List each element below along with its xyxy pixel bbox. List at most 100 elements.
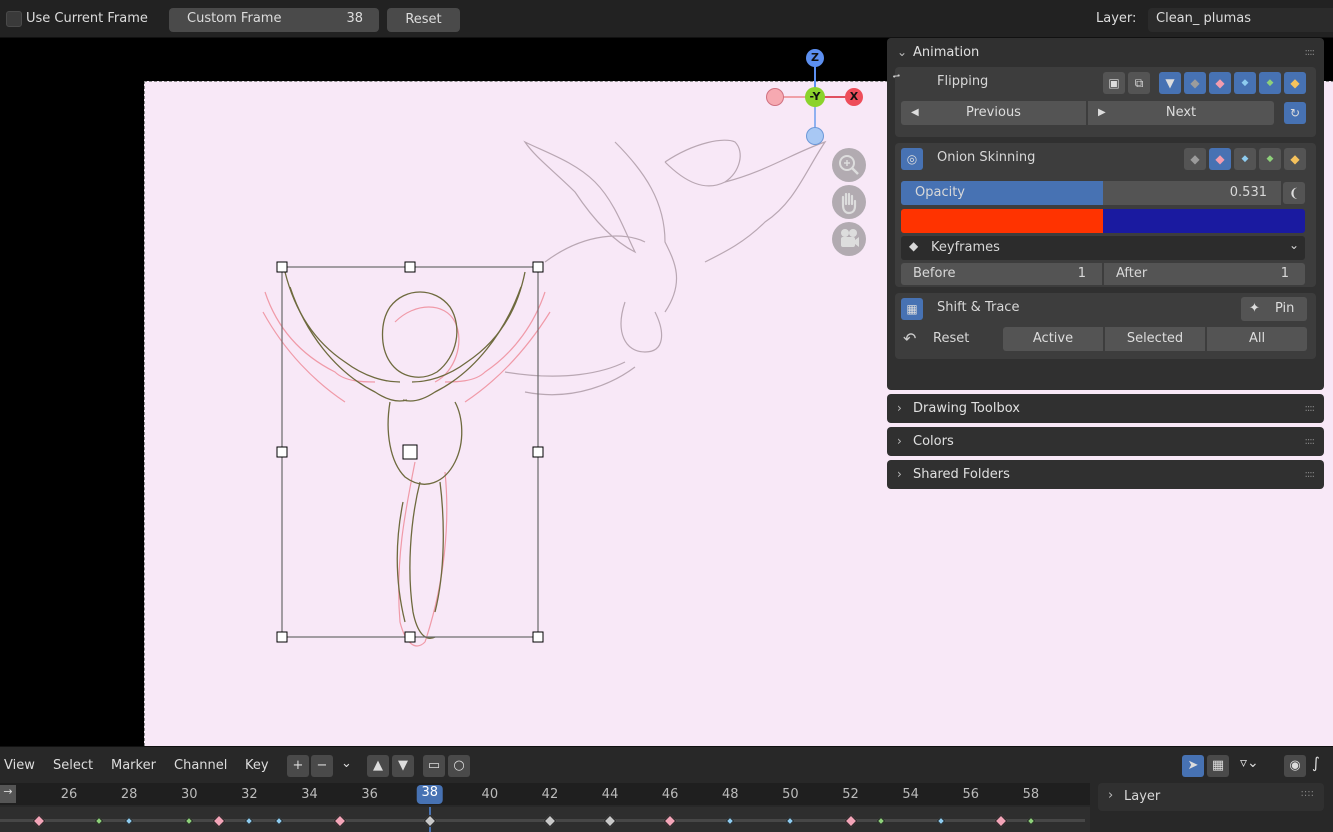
previous-button[interactable]: ◀ Previous (901, 101, 1086, 125)
keyframe-marker[interactable] (994, 814, 1008, 828)
keyframe-marker[interactable] (333, 814, 346, 828)
onion-skin-next-frame (504, 139, 827, 396)
filter-icon[interactable]: ▼ (1159, 72, 1181, 94)
timeline-editor: View Select Marker Channel Key + − ⌄ ▲ ▼… (0, 746, 1333, 832)
remove-keyframe-button[interactable]: − (311, 755, 333, 777)
keyframes-dropdown[interactable]: ◆ Keyframes ⌄ (901, 236, 1305, 260)
menu-select[interactable]: Select (53, 758, 93, 773)
next-button[interactable]: ▶ Next (1088, 101, 1274, 125)
gizmo-neg-z-axis[interactable] (806, 127, 824, 145)
arrow-right-icon[interactable]: → (0, 785, 16, 803)
curve-icon[interactable]: ∫ (1312, 754, 1320, 772)
shared-folders-panel[interactable]: › Shared Folders:::: (887, 460, 1324, 489)
drag-grip-icon[interactable]: :::: (1305, 38, 1316, 67)
select-tool-icon[interactable]: ➤ (1182, 755, 1204, 777)
onion-keyframe-pink-icon[interactable]: ◆ (1209, 148, 1231, 170)
keyframe-gray-icon[interactable]: ◆ (1184, 72, 1206, 94)
box-select-icon[interactable]: ▦ (1207, 755, 1229, 777)
onion-keyframe-blue-icon[interactable]: ◆ (1234, 148, 1256, 170)
images-icon[interactable]: ⧉ (1128, 72, 1150, 94)
header-bar: Use Current Frame Custom Frame 38 Reset … (0, 0, 1333, 38)
hand-icon[interactable] (832, 185, 866, 219)
monitor-icon[interactable]: ▭ (423, 755, 445, 777)
layer-field[interactable]: Clean_ plumas (1148, 8, 1333, 32)
colors-panel[interactable]: › Colors:::: (887, 427, 1324, 456)
filter-icon[interactable]: ▿⌄ (1240, 755, 1259, 771)
move-down-button[interactable]: ▼ (392, 755, 414, 777)
onion-keyframe-gray-icon[interactable]: ◆ (1184, 148, 1206, 170)
drag-grip-icon[interactable]: :::: (1301, 788, 1314, 799)
drawing-toolbox-title: Drawing Toolbox (913, 401, 1020, 416)
custom-frame-label: Custom Frame (187, 11, 282, 26)
opacity-slider[interactable]: Opacity 0.531 (901, 181, 1281, 205)
onion-keyframe-yellow-icon[interactable]: ◆ (1284, 148, 1306, 170)
menu-view[interactable]: View (4, 758, 35, 773)
reset-shift-label: Reset (933, 331, 970, 346)
current-frame-indicator[interactable]: 38 (416, 785, 443, 804)
drawing-toolbox-panel[interactable]: › Drawing Toolbox:::: (887, 394, 1324, 423)
onion-keyframe-green-icon[interactable]: ◆ (1259, 148, 1281, 170)
active-button[interactable]: Active (1003, 327, 1103, 351)
keyframe-diamond-icon: ◆ (909, 239, 919, 253)
drag-grip-icon[interactable]: :::: (1305, 460, 1316, 489)
layer-sidebar-panel[interactable]: › Layer :::: (1098, 783, 1324, 811)
shift-trace-icon[interactable]: ▦ (901, 298, 923, 320)
keyframe-marker[interactable] (663, 814, 677, 828)
drag-grip-icon[interactable]: :::: (1305, 427, 1316, 456)
keyframe-marker[interactable] (844, 814, 857, 828)
add-keyframe-button[interactable]: + (287, 755, 309, 777)
menu-key[interactable]: Key (245, 758, 269, 773)
menu-marker[interactable]: Marker (111, 758, 156, 773)
onion-color-bar[interactable] (901, 209, 1305, 233)
keyframe-yellow-icon[interactable]: ◆ (1284, 72, 1306, 94)
color-after-swatch[interactable] (1103, 209, 1305, 233)
frame-tick-34: 34 (301, 787, 318, 802)
shift-trace-section: ▦ Shift & Trace ✦ Pin ↶ Reset Active Sel… (895, 293, 1316, 359)
onion-skin-toggle-icon[interactable]: ◎ (901, 148, 923, 170)
chevron-down-icon[interactable]: ⌄ (341, 756, 352, 771)
after-field[interactable]: After 1 (1104, 263, 1305, 285)
keyframe-track[interactable] (0, 807, 1090, 832)
drag-grip-icon[interactable]: :::: (1305, 394, 1316, 423)
camera-icon[interactable] (832, 222, 866, 256)
animation-panel-header[interactable]: ⌄ Animation :::: (887, 38, 1324, 67)
keyframe-marker[interactable] (543, 814, 557, 828)
sidebar-panel: ⌄ Animation :::: ҃҃ Flipping ▣ ⧉ ▼ ◆ ◆ ◆… (887, 38, 1324, 493)
frame-tick-52: 52 (842, 787, 859, 802)
keyframe-marker[interactable] (32, 814, 46, 828)
lock-icon[interactable]: ○ (448, 755, 470, 777)
gizmo-neg-y-axis[interactable]: -Y (805, 87, 825, 107)
zoom-icon[interactable] (832, 148, 866, 182)
frame-ruler[interactable]: → 26 28 30 32 34 36 38 40 42 44 46 48 50 52 54 56 58 (0, 783, 1090, 805)
move-up-button[interactable]: ▲ (367, 755, 389, 777)
reset-button[interactable]: Reset (387, 8, 460, 32)
all-button[interactable]: All (1207, 327, 1307, 351)
chevron-right-icon: › (897, 434, 902, 448)
color-before-swatch[interactable] (901, 209, 1103, 233)
custom-frame-field[interactable]: Custom Frame 38 (169, 8, 379, 32)
undo-icon: ↶ (903, 329, 917, 348)
image-icon[interactable]: ▣ (1103, 72, 1125, 94)
keyframe-marker[interactable] (603, 814, 617, 828)
frame-tick-48: 48 (722, 787, 739, 802)
pen-pressure-icon[interactable]: ❨ (1283, 182, 1305, 204)
keyframe-pink-icon[interactable]: ◆ (1209, 72, 1231, 94)
proportional-edit-icon[interactable]: ◉ (1284, 755, 1306, 777)
onion-skinning-label: Onion Skinning (937, 150, 1036, 165)
menu-channel[interactable]: Channel (174, 758, 227, 773)
gizmo-x-axis[interactable]: X (845, 88, 863, 106)
pin-button[interactable]: ✦ Pin (1241, 297, 1307, 321)
before-field[interactable]: Before 1 (901, 263, 1102, 285)
keyframe-green-icon[interactable]: ◆ (1259, 72, 1281, 94)
frame-tick-36: 36 (361, 787, 378, 802)
use-current-frame-checkbox[interactable] (6, 11, 22, 27)
loop-icon[interactable]: ↻ (1284, 102, 1306, 124)
frame-tick-54: 54 (902, 787, 919, 802)
selected-button[interactable]: Selected (1105, 327, 1205, 351)
keyframe-blue-icon[interactable]: ◆ (1234, 72, 1256, 94)
frame-tick-26: 26 (60, 787, 78, 802)
keyframe-marker[interactable] (212, 814, 226, 828)
keyframe-marker[interactable] (423, 814, 437, 828)
gizmo-z-axis[interactable]: Z (806, 49, 824, 67)
gizmo-neg-x-axis[interactable] (766, 88, 784, 106)
